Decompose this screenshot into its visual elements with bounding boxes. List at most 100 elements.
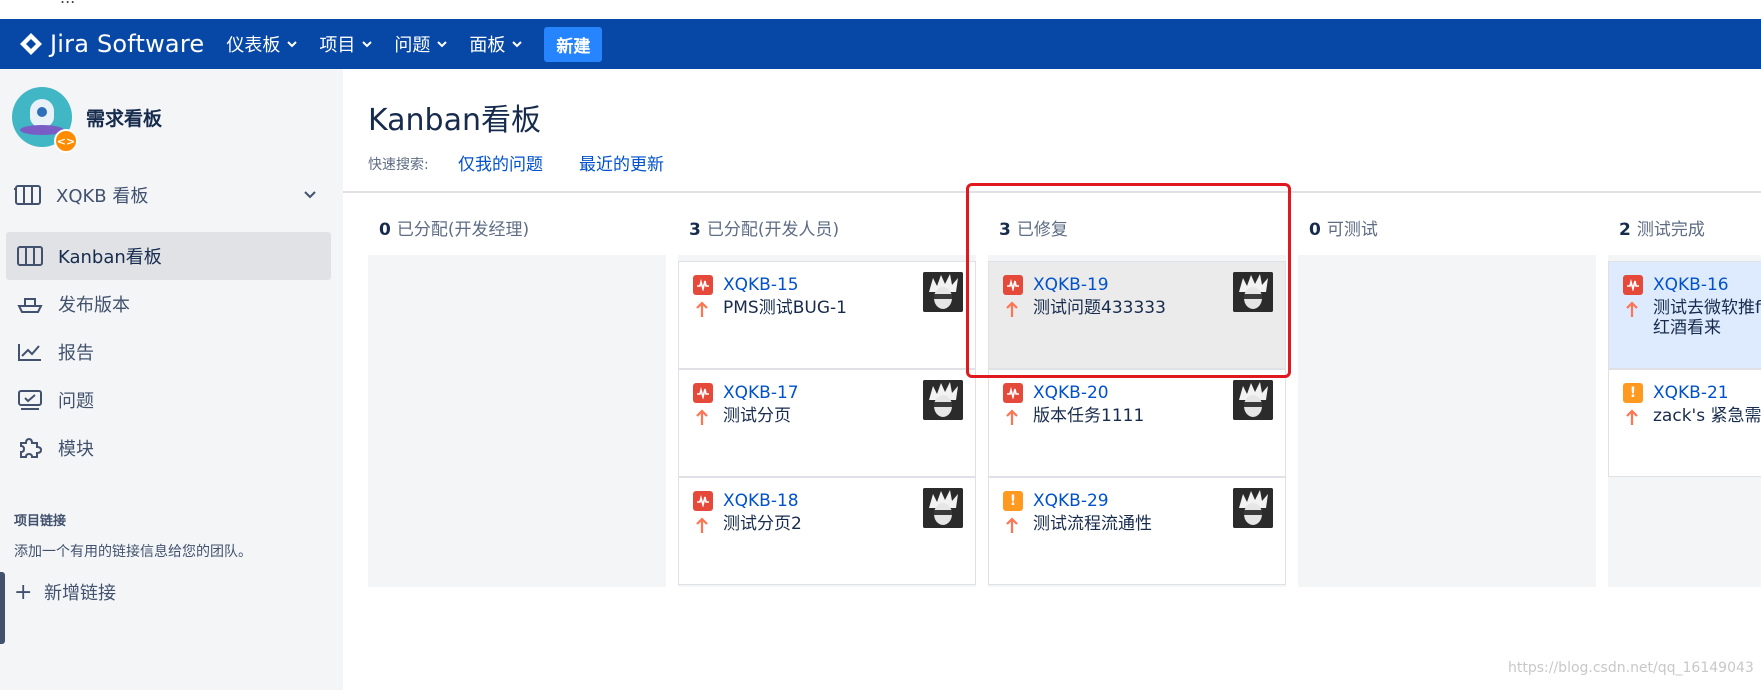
issue-summary: 测试流程流通性: [1033, 514, 1152, 534]
project-links-description: 添加一个有用的链接信息给您的团队。: [14, 544, 252, 560]
project-name: 需求看板: [86, 107, 163, 130]
issue-card[interactable]: XQKB-18 测试分页2: [678, 477, 976, 585]
issue-key[interactable]: XQKB-18: [723, 491, 799, 511]
top-nav: Jira Software 仪表板 项目 问题 面板 新建: [0, 19, 1761, 69]
priority-high-icon: [696, 409, 708, 425]
sidebar-item-releases[interactable]: 发布版本: [6, 280, 331, 328]
bug-icon: [1623, 275, 1643, 295]
column-body-4: XQKB-16 测试去微软推f 红酒看来 ! XQKB-21 zack's 紧急需…: [1608, 255, 1761, 587]
issue-card[interactable]: XQKB-20 版本任务1111: [988, 369, 1286, 477]
issue-card[interactable]: ! XQKB-21 zack's 紧急需求: [1608, 369, 1761, 477]
sidebar-item-label: Kanban看板: [58, 247, 162, 268]
column-body-0: [368, 255, 666, 587]
top-banner: ...: [0, 0, 1761, 19]
bug-icon: [693, 383, 713, 403]
project-avatar: <>: [12, 87, 78, 153]
issue-key[interactable]: XQKB-20: [1033, 383, 1109, 403]
column-header: 2 测试完成: [1619, 215, 1705, 240]
column-count: 0: [379, 220, 391, 240]
sidebar-item-reports[interactable]: 报告: [6, 328, 331, 376]
assignee-avatar[interactable]: [1233, 380, 1273, 420]
sidebar-item-components[interactable]: 模块: [6, 424, 331, 472]
priority-high-icon: [696, 517, 708, 533]
chart-icon: [16, 340, 44, 364]
urgent-icon: !: [1623, 383, 1643, 403]
summary-line-1: 测试去微软推f: [1653, 298, 1761, 318]
priority-high-icon: [696, 301, 708, 317]
nav-dashboards-label: 仪表板: [226, 35, 281, 56]
priority-high-icon: [1626, 301, 1638, 317]
board-main: Kanban看板 快速搜索: 仅我的问题 最近的更新 0 已分配(开发经理) 3已…: [343, 69, 1761, 690]
sidebar-item-issues[interactable]: 问题: [6, 376, 331, 424]
assignee-avatar[interactable]: [923, 380, 963, 420]
jira-logo-icon: [20, 33, 42, 55]
page-title: Kanban看板: [368, 103, 541, 138]
sidebar-item-label: 发布版本: [58, 295, 130, 316]
assignee-avatar[interactable]: [923, 488, 963, 528]
priority-high-icon: [1006, 409, 1018, 425]
issue-card[interactable]: XQKB-16 测试去微软推f 红酒看来: [1608, 261, 1761, 369]
nav-projects-label: 项目: [319, 35, 356, 56]
issue-card[interactable]: ! XQKB-29 测试流程流通性: [988, 477, 1286, 585]
board-selector[interactable]: XQKB 看板: [14, 179, 324, 211]
board-selector-label: XQKB 看板: [56, 186, 149, 207]
issue-key[interactable]: XQKB-21: [1653, 383, 1729, 403]
assignee-avatar[interactable]: [1233, 488, 1273, 528]
add-link-label: 新增链接: [44, 583, 116, 604]
issue-summary: 测试分页: [723, 406, 791, 426]
issue-summary: zack's 紧急需求: [1653, 406, 1761, 426]
issue-summary: 测试分页2: [723, 514, 802, 534]
board-icon: [16, 244, 44, 268]
nav-boards[interactable]: 面板: [469, 31, 523, 57]
ship-icon: [16, 292, 44, 316]
column-body-3: [1298, 255, 1596, 587]
plus-icon: +: [14, 579, 33, 605]
alien-eye-icon: [30, 99, 54, 127]
bug-icon: [1003, 383, 1023, 403]
annotation-highlight-box: [966, 183, 1291, 378]
priority-high-icon: [1626, 409, 1638, 425]
urgent-icon: !: [1003, 491, 1023, 511]
nav-issues-label: 问题: [394, 35, 431, 56]
add-link-button[interactable]: + 新增链接: [14, 579, 116, 605]
quick-filter-recent[interactable]: 最近的更新: [579, 150, 664, 175]
column-body-1: XQKB-15 PMS测试BUG-1 XQKB-17 测试分页 XQKB-18 …: [678, 255, 976, 587]
chevron-down-icon: [304, 191, 316, 199]
banner-text: ...: [60, 0, 75, 7]
quick-filter-my-issues[interactable]: 仅我的问题: [458, 150, 543, 175]
create-button[interactable]: 新建: [544, 26, 603, 62]
issue-card[interactable]: XQKB-17 测试分页: [678, 369, 976, 477]
column-name: 可测试: [1326, 220, 1378, 240]
issue-key[interactable]: XQKB-17: [723, 383, 799, 403]
sidebar-resize-handle[interactable]: [0, 572, 5, 644]
sidebar-item-label: 问题: [58, 391, 94, 412]
column-count: 3: [689, 220, 701, 240]
sidebar-item-label: 模块: [58, 439, 94, 460]
issue-summary: 测试去微软推f 红酒看来: [1653, 298, 1761, 338]
issue-key[interactable]: XQKB-29: [1033, 491, 1109, 511]
assignee-avatar[interactable]: [923, 272, 963, 312]
issue-card[interactable]: XQKB-15 PMS测试BUG-1: [678, 261, 976, 369]
priority-high-icon: [1006, 517, 1018, 533]
sidebar-item-label: 报告: [58, 343, 94, 364]
project-header[interactable]: <> 需求看板: [12, 87, 163, 153]
nav-projects[interactable]: 项目: [319, 31, 373, 57]
sidebar-item-kanban[interactable]: Kanban看板: [6, 232, 331, 280]
column-header: 0 可测试: [1309, 215, 1378, 240]
watermark: https://blog.csdn.net/qq_16149043: [1508, 660, 1754, 676]
column-header: 0 已分配(开发经理): [379, 215, 529, 240]
chevron-down-icon: [437, 41, 448, 48]
jira-logo[interactable]: Jira Software: [18, 30, 204, 58]
issue-summary: 版本任务1111: [1033, 406, 1145, 426]
logo-text: Jira Software: [50, 30, 205, 58]
column-name: 测试完成: [1636, 220, 1705, 240]
nav-issues[interactable]: 问题: [394, 31, 448, 57]
column-count: 2: [1619, 220, 1631, 240]
issue-key[interactable]: XQKB-16: [1653, 275, 1729, 295]
issues-icon: [16, 388, 44, 412]
column-count: 0: [1309, 220, 1321, 240]
issue-key[interactable]: XQKB-15: [723, 275, 799, 295]
nav-dashboards[interactable]: 仪表板: [226, 31, 298, 57]
puzzle-icon: [16, 436, 44, 460]
chevron-down-icon: [512, 41, 523, 48]
